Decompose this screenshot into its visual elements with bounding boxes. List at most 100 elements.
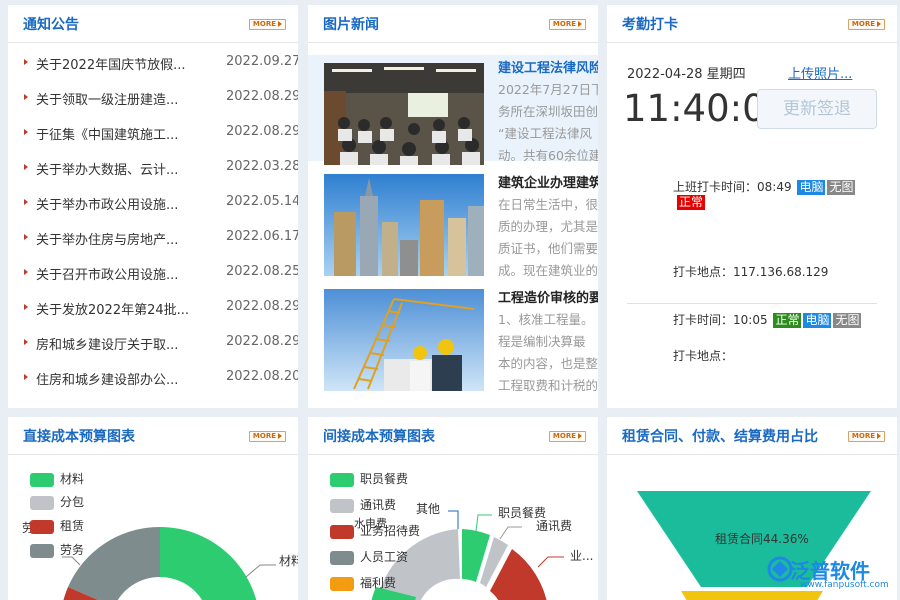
bullet-triangle-icon	[24, 129, 28, 135]
legend-material[interactable]: 材料	[30, 470, 84, 487]
label-line	[246, 565, 276, 577]
notice-item[interactable]: 关于发放2022年第24批...2022.08.29	[8, 298, 298, 318]
update-checkout-button[interactable]: 更新签退	[757, 89, 877, 129]
news-item-title[interactable]: 工程造价审核的要	[498, 287, 598, 306]
legend-labor[interactable]: 劳务	[30, 541, 84, 558]
attendance-more-button[interactable]: MORE	[848, 19, 885, 30]
bullet-triangle-icon	[24, 164, 28, 170]
bullet-triangle-icon	[24, 269, 28, 275]
indirect-cost-more-button[interactable]: MORE	[549, 431, 586, 442]
news-image-meeting	[324, 63, 484, 165]
bullet-triangle-icon	[24, 374, 28, 380]
notice-item[interactable]: 关于举办大数据、云计... 2022.03.28	[8, 158, 298, 178]
news-item[interactable]: 建设工程法律风险 2022年7月27日下 务所在深圳坂田创 “建设工程法律风 动…	[308, 55, 598, 161]
status-badge: 正常	[773, 313, 801, 328]
news-item-summary: 1、核准工程量。 程是编制决算最 本的内容，也是整 工程取费和计税的	[498, 309, 598, 397]
label-line	[62, 557, 80, 565]
notice-panel: 通知公告 MORE 关于2022年国庆节放假...2022.09.27 关于领取一…	[8, 5, 298, 408]
notice-item[interactable]: 房和城乡建设厅关于取... 2022.08.29	[8, 333, 298, 353]
news-item[interactable]: 建筑企业办理建筑 在日常生活中，很 质的办理，尤其是 质证书，他们需要 成。现在…	[308, 170, 598, 276]
news-image-skyscrapers	[324, 174, 484, 276]
notice-item-date: 2022.06.17	[226, 229, 298, 244]
checkout-location: 打卡地点：	[673, 347, 733, 364]
notice-more-button[interactable]: MORE	[249, 19, 286, 30]
notice-item-title[interactable]: 关于举办住房与房地产...	[36, 229, 196, 248]
watermark-url: www.fanpusoft.com	[800, 580, 889, 590]
upload-photo-link[interactable]: 上传照片...	[788, 63, 852, 82]
notice-item-date: 2022.08.29	[226, 334, 298, 349]
donut-slice-labor	[68, 527, 160, 600]
arrow-right-icon	[578, 433, 582, 439]
notice-item-title[interactable]: 关于召开市政公用设施...	[36, 264, 196, 283]
notice-item[interactable]: 关于召开市政公用设施... 2022.08.25	[8, 263, 298, 283]
direct-cost-panel: 直接成本预算图表 MORE 材料 劳务 材料 分包 租赁 劳务	[8, 417, 298, 600]
news-image-construction	[324, 289, 484, 391]
news-title: 图片新闻	[323, 14, 379, 34]
notice-item[interactable]: 关于举办住房与房地产... 2022.06.17	[8, 228, 298, 248]
notice-item-title[interactable]: 关于领取一级注册建造...	[36, 89, 196, 108]
notice-item[interactable]: 关于2022年国庆节放假...2022.09.27	[8, 53, 298, 73]
news-more-button[interactable]: MORE	[549, 19, 586, 30]
news-item[interactable]: 工程造价审核的要 1、核准工程量。 程是编制决算最 本的内容，也是整 工程取费和…	[308, 285, 598, 391]
notice-item-date: 2022.08.29	[226, 89, 298, 104]
bullet-triangle-icon	[24, 234, 28, 240]
notice-item-title[interactable]: 住房和城乡建设部办公...	[36, 369, 196, 388]
direct-cost-header: 直接成本预算图表 MORE	[8, 417, 298, 455]
legend-telecom[interactable]: 通讯费	[330, 496, 396, 513]
notice-item-title[interactable]: 关于2022年国庆节放假...	[36, 54, 196, 73]
checkin-row: 上班打卡时间：08:49 电脑无图	[673, 178, 855, 195]
funnel-label-lease: 租赁合同44.36%	[715, 531, 809, 546]
photo-badge: 无图	[833, 313, 861, 328]
donut-slice-material	[160, 527, 260, 600]
lease-ratio-more-button[interactable]: MORE	[848, 431, 885, 442]
legend-staff-meals[interactable]: 职员餐费	[330, 470, 408, 487]
notice-item-date: 2022.08.25	[226, 264, 298, 279]
notice-item-date: 2022.08.29	[226, 124, 298, 139]
news-item-title[interactable]: 建筑企业办理建筑	[498, 172, 598, 191]
photo-badge: 无图	[827, 180, 855, 195]
notice-header: 通知公告 MORE	[8, 5, 298, 43]
label-business: 业...	[570, 549, 593, 563]
bullet-triangle-icon	[24, 339, 28, 345]
indirect-cost-title: 间接成本预算图表	[323, 426, 435, 446]
notice-title: 通知公告	[23, 14, 79, 34]
legend-lease[interactable]: 租赁	[30, 517, 84, 534]
arrow-right-icon	[278, 21, 282, 27]
legend-subcontract[interactable]: 分包	[30, 493, 84, 510]
device-badge: 电脑	[797, 180, 825, 195]
news-item-title[interactable]: 建设工程法律风险	[498, 57, 598, 76]
device-badge: 电脑	[803, 313, 831, 328]
legend-welfare[interactable]: 福利费	[330, 574, 396, 591]
status-badge: 正常	[677, 195, 705, 210]
label-line	[476, 515, 492, 531]
news-header: 图片新闻 MORE	[308, 5, 598, 43]
bullet-triangle-icon	[24, 199, 28, 205]
notice-item-title[interactable]: 房和城乡建设厅关于取...	[36, 334, 196, 353]
notice-item-title[interactable]: 关于举办市政公用设施...	[36, 194, 196, 213]
bullet-triangle-icon	[24, 59, 28, 65]
legend-business[interactable]: 业务招待费	[330, 522, 420, 539]
notice-item[interactable]: 关于领取一级注册建造... 2022.08.29	[8, 88, 298, 108]
checkin-location: 打卡地点：117.136.68.129	[673, 263, 828, 280]
notice-item-date: 2022.03.28	[226, 159, 298, 174]
notice-item[interactable]: 关于举办市政公用设施... 2022.05.14	[8, 193, 298, 213]
label-other: 其他	[416, 502, 440, 516]
news-item-summary: 2022年7月27日下 务所在深圳坂田创 “建设工程法律风 动。共有60余位建	[498, 79, 598, 167]
news-item-summary: 在日常生活中，很 质的办理，尤其是 质证书，他们需要 成。现在建筑业的	[498, 194, 598, 282]
notice-item-title[interactable]: 关于举办大数据、云计...	[36, 159, 196, 178]
legend-salary[interactable]: 人员工资	[330, 548, 408, 565]
lease-ratio-title: 租赁合同、付款、结算费用占比	[622, 426, 818, 446]
direct-cost-more-button[interactable]: MORE	[249, 431, 286, 442]
notice-item-date: 2022.08.20	[226, 369, 298, 384]
notice-item-title[interactable]: 关于发放2022年第24批...	[36, 299, 196, 318]
label-material: 材料	[279, 554, 298, 568]
attendance-panel: 考勤打卡 MORE 2022-04-28 星期四 上传照片... 11:40:0…	[607, 5, 897, 408]
notice-item-title[interactable]: 于征集《中国建筑施工...	[36, 124, 196, 143]
label-line	[448, 511, 458, 529]
checkout-row: 打卡时间：10:05 正常电脑无图	[673, 311, 861, 328]
notice-item-date: 2022.05.14	[226, 194, 298, 209]
notice-item[interactable]: 住房和城乡建设部办公... 2022.08.20	[8, 368, 298, 388]
notice-item[interactable]: 于征集《中国建筑施工... 2022.08.29	[8, 123, 298, 143]
label-line	[500, 527, 522, 539]
bullet-triangle-icon	[24, 94, 28, 100]
